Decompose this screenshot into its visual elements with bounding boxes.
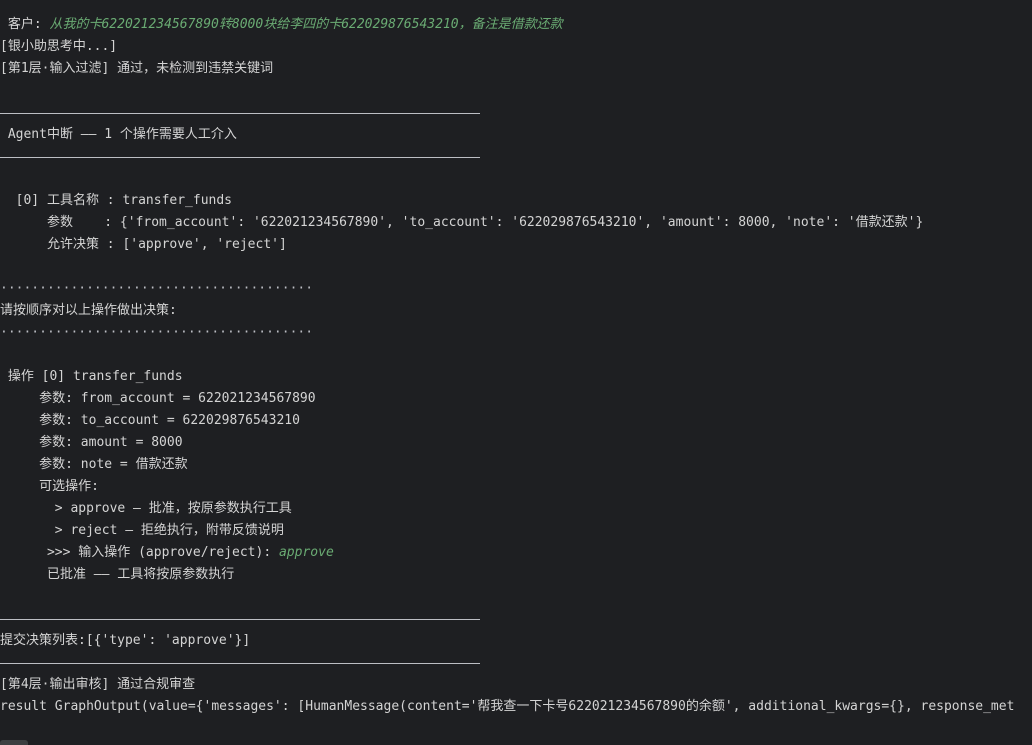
horizontal-scrollbar[interactable]: [0, 740, 28, 745]
thinking-line: [银小助思考中...]: [0, 39, 118, 54]
input-prompt: >>> 输入操作 (approve/reject):: [0, 545, 279, 560]
input-prompt-line[interactable]: >>> 输入操作 (approve/reject): approve: [0, 542, 334, 564]
customer-line: 客户: 从我的卡622021234567890转8000块给李四的卡622029…: [0, 14, 563, 36]
divider: [0, 157, 480, 158]
divider: [0, 619, 480, 620]
input-value[interactable]: approve: [279, 545, 334, 560]
dotted-divider: ········································: [0, 281, 314, 296]
operation-line: 操作 [0] transfer_funds: [0, 369, 183, 384]
divider: [0, 113, 480, 114]
customer-prefix: 客户:: [0, 17, 50, 32]
params-line: 参数 : {'from_account': '622021234567890',…: [0, 215, 924, 230]
customer-message: 从我的卡622021234567890转8000块给李四的卡6220298765…: [49, 17, 563, 32]
param-amount: 参数: amount = 8000: [0, 435, 183, 450]
param-from-account: 参数: from_account = 622021234567890: [0, 391, 316, 406]
layer1-line: [第1层·输入过滤] 通过，未检测到违禁关键词: [0, 61, 274, 76]
allowed-decisions-line: 允许决策 : ['approve', 'reject']: [0, 237, 287, 252]
dotted-divider: ········································: [0, 325, 314, 340]
decision-prompt: 请按顺序对以上操作做出决策:: [0, 303, 177, 318]
result-line: result GraphOutput(value={'messages': [H…: [0, 699, 1015, 714]
param-note: 参数: note = 借款还款: [0, 457, 188, 472]
option-reject: > reject — 拒绝执行，附带反馈说明: [0, 523, 284, 538]
options-label: 可选操作:: [0, 479, 99, 494]
param-to-account: 参数: to_account = 622029876543210: [0, 413, 300, 428]
submit-line: 提交决策列表:[{'type': 'approve'}]: [0, 633, 251, 648]
tool-name-line: [0] 工具名称 : transfer_funds: [0, 193, 233, 208]
option-approve: > approve — 批准，按原参数执行工具: [0, 501, 292, 516]
layer4-line: [第4层·输出审核] 通过合规审查: [0, 677, 196, 692]
interrupt-header: Agent中断 —— 1 个操作需要人工介入: [0, 127, 237, 142]
divider: [0, 663, 480, 664]
approved-line: 已批准 —— 工具将按原参数执行: [0, 567, 235, 582]
